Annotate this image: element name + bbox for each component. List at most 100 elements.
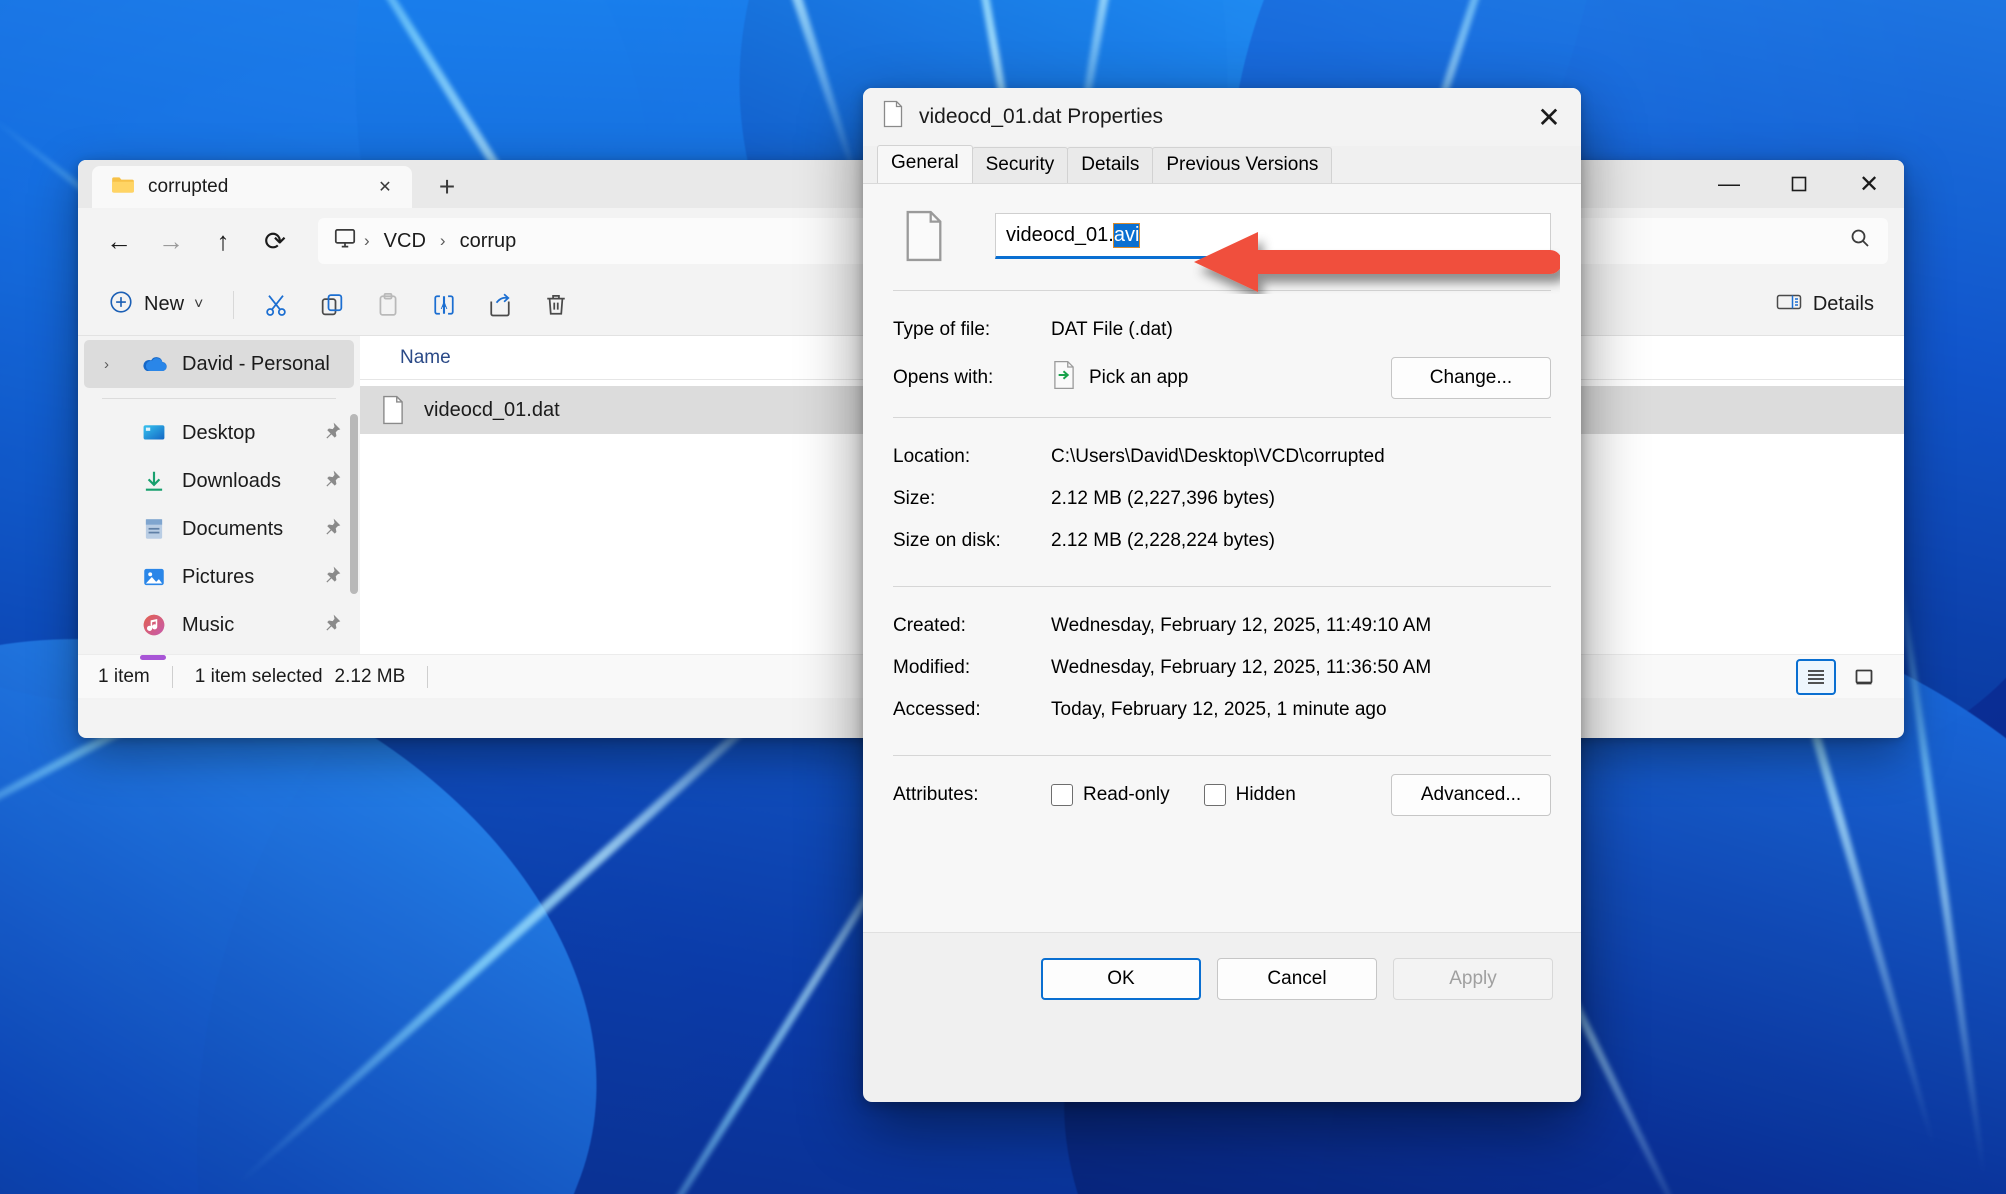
- hidden-checkbox[interactable]: [1203, 784, 1226, 806]
- label-size-on-disk: Size on disk:: [893, 530, 1001, 551]
- tab-title: corrupted: [148, 176, 229, 197]
- tab-general[interactable]: General: [877, 145, 973, 183]
- copy-icon[interactable]: [306, 283, 358, 327]
- breadcrumb-item-vcd[interactable]: VCD: [376, 227, 434, 256]
- pin-icon[interactable]: [322, 421, 342, 446]
- sidebar-item-music[interactable]: Music: [84, 601, 354, 649]
- value-size-on-disk: 2.12 MB (2,228,224 bytes): [1051, 530, 1275, 551]
- pin-icon[interactable]: [322, 517, 342, 542]
- rename-icon[interactable]: A: [418, 283, 470, 327]
- pin-icon[interactable]: [322, 469, 342, 494]
- readonly-checkbox[interactable]: [1051, 784, 1073, 806]
- details-view-icon[interactable]: [1796, 658, 1836, 695]
- window-controls: — ✕: [1694, 160, 1904, 208]
- label-size: Size:: [893, 488, 936, 509]
- sidebar-item-downloads[interactable]: Downloads: [84, 457, 354, 505]
- sidebar-item-label: Pictures: [182, 565, 255, 588]
- row-type-of-file: Type of file: DAT File (.dat): [893, 309, 1551, 351]
- sidebar-item-label: Music: [182, 613, 235, 636]
- status-item-count: 1 item: [98, 665, 150, 687]
- properties-dialog: videocd_01.dat Properties ✕ General Secu…: [863, 88, 1581, 1102]
- up-button[interactable]: ↑: [198, 218, 248, 264]
- new-tab-icon[interactable]: +: [430, 170, 464, 204]
- label-attributes: Attributes:: [893, 784, 979, 805]
- toolbar-divider: [233, 290, 235, 319]
- label-accessed: Accessed:: [893, 699, 981, 720]
- label-location: Location:: [893, 446, 971, 467]
- value-accessed: Today, February 12, 2025, 1 minute ago: [1051, 699, 1387, 720]
- share-icon[interactable]: [474, 283, 526, 327]
- dialog-footer: OK Cancel Apply: [863, 932, 1581, 1024]
- close-icon[interactable]: ✕: [368, 170, 402, 204]
- explorer-tab-corrupted[interactable]: corrupted ✕: [92, 166, 412, 208]
- sidebar-item-label: Downloads: [182, 469, 281, 492]
- filename-selected-extension: avi: [1112, 222, 1141, 248]
- label-modified: Modified:: [893, 657, 971, 678]
- music-icon: [140, 611, 168, 639]
- advanced-button[interactable]: Advanced...: [1391, 774, 1551, 816]
- status-selection-size: 2.12 MB: [334, 665, 406, 687]
- sidebar-scrollbar[interactable]: [350, 414, 358, 594]
- new-button[interactable]: New ˅: [94, 284, 217, 326]
- monitor-icon[interactable]: [332, 225, 358, 257]
- search-icon[interactable]: [1848, 226, 1872, 256]
- delete-icon[interactable]: [530, 283, 582, 327]
- breadcrumb-item-corrupted[interactable]: corrup: [452, 227, 525, 256]
- sidebar-item-onedrive[interactable]: › David - Personal: [84, 340, 354, 388]
- status-selection: 1 item selected: [194, 665, 323, 687]
- refresh-button[interactable]: ⟳: [250, 218, 300, 264]
- close-icon[interactable]: ✕: [1517, 88, 1581, 146]
- status-divider: [171, 665, 173, 688]
- change-button[interactable]: Change...: [1391, 357, 1551, 399]
- dialog-title: videocd_01.dat Properties: [919, 105, 1163, 128]
- dialog-title-bar: videocd_01.dat Properties ✕: [863, 88, 1581, 146]
- sidebar-item-desktop[interactable]: Desktop: [84, 409, 354, 457]
- value-modified: Wednesday, February 12, 2025, 11:36:50 A…: [1051, 657, 1432, 678]
- breadcrumb-separator: ›: [364, 231, 370, 250]
- sidebar-item-documents[interactable]: Documents: [84, 505, 354, 553]
- documents-icon: [140, 515, 168, 543]
- forward-button[interactable]: →: [146, 218, 196, 264]
- sidebar-item-label: Documents: [182, 517, 284, 540]
- close-icon[interactable]: ✕: [1834, 160, 1904, 208]
- apply-button[interactable]: Apply: [1393, 957, 1553, 1000]
- value-opens-with: Pick an app: [1051, 360, 1391, 396]
- filename-field[interactable]: videocd_01. avi: [995, 213, 1551, 259]
- chevron-down-icon[interactable]: ˅: [194, 296, 203, 314]
- dialog-tab-strip: General Security Details Previous Versio…: [863, 145, 1581, 184]
- readonly-checkbox-item[interactable]: Read-only: [1051, 784, 1170, 806]
- pin-icon[interactable]: [322, 613, 342, 638]
- plus-circle-icon: [108, 289, 134, 321]
- hidden-checkbox-item[interactable]: Hidden: [1203, 784, 1296, 806]
- cancel-button[interactable]: Cancel: [1217, 957, 1377, 1000]
- row-created: Created: Wednesday, February 12, 2025, 1…: [893, 605, 1551, 647]
- chevron-right-icon[interactable]: ›: [104, 356, 126, 373]
- breadcrumb-separator: ›: [439, 231, 446, 250]
- sidebar-item-pictures[interactable]: Pictures: [84, 553, 354, 601]
- cut-icon[interactable]: [250, 283, 302, 327]
- tab-details[interactable]: Details: [1067, 147, 1154, 183]
- back-button[interactable]: ←: [94, 218, 144, 264]
- divider: [893, 586, 1551, 587]
- opens-with-app-name: Pick an app: [1089, 367, 1189, 388]
- filename-row: videocd_01. avi: [893, 208, 1551, 264]
- tab-security[interactable]: Security: [971, 147, 1069, 183]
- readonly-label: Read-only: [1083, 784, 1170, 805]
- label-opens-with: Opens with:: [893, 367, 994, 388]
- value-type-of-file: DAT File (.dat): [1051, 319, 1173, 340]
- paste-icon[interactable]: [362, 283, 414, 327]
- tab-previous-versions[interactable]: Previous Versions: [1152, 147, 1333, 183]
- maximize-icon[interactable]: [1764, 160, 1834, 208]
- pin-icon[interactable]: [322, 565, 342, 590]
- ok-button[interactable]: OK: [1041, 957, 1201, 1000]
- value-location: C:\Users\David\Desktop\VCD\corrupted: [1051, 446, 1385, 467]
- divider: [893, 290, 1551, 291]
- pictures-icon: [140, 563, 168, 591]
- document-icon: [893, 208, 955, 264]
- pick-an-app-icon: [1051, 360, 1077, 396]
- large-icons-view-icon[interactable]: [1844, 659, 1884, 695]
- details-pane-label: Details: [1812, 293, 1874, 315]
- navigation-pane: › David - Personal Desktop Downloads Doc…: [78, 336, 360, 660]
- details-pane-button[interactable]: Details: [1761, 284, 1888, 326]
- minimize-icon[interactable]: —: [1694, 160, 1764, 208]
